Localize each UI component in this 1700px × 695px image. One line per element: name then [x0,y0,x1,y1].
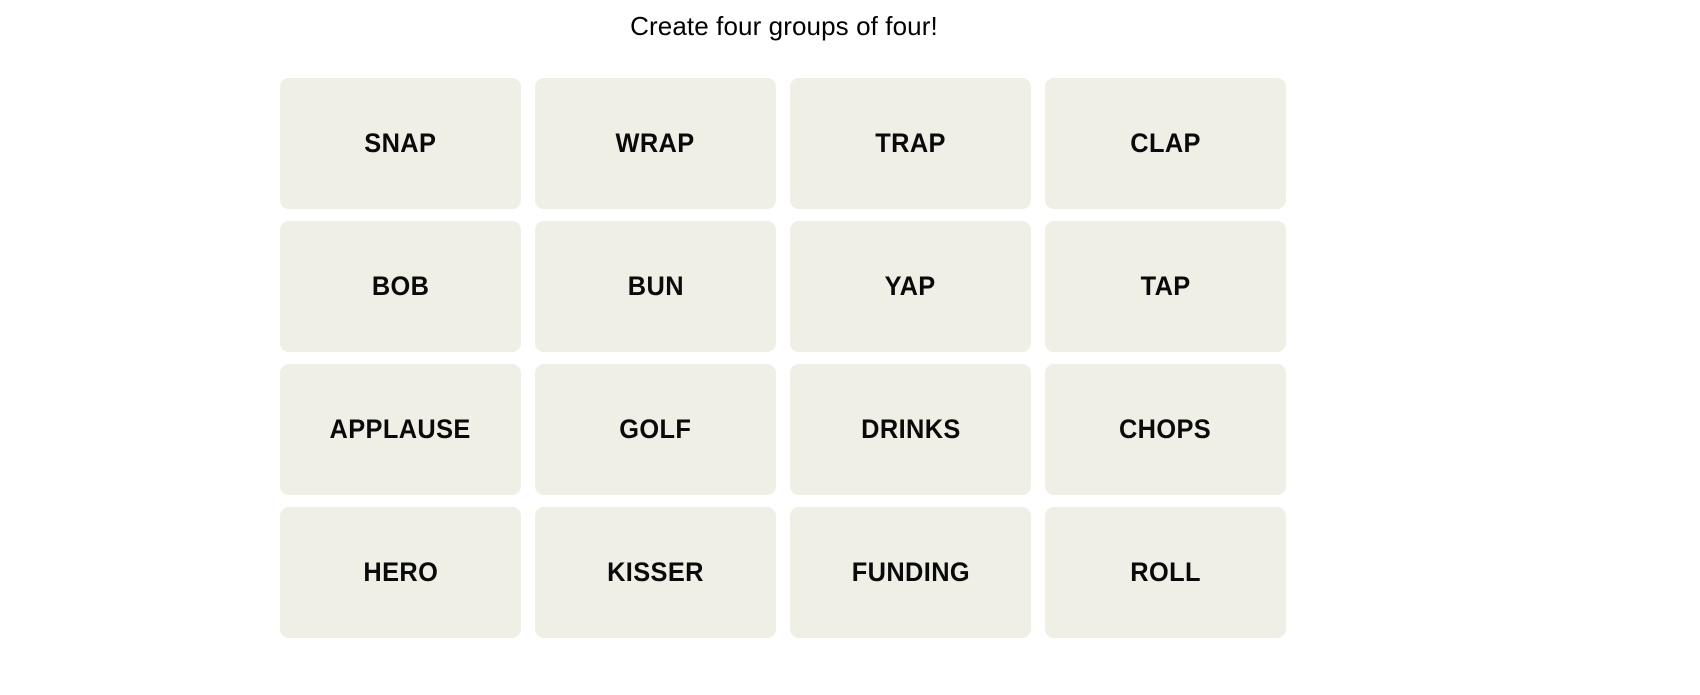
word-tile[interactable]: GOLF [535,364,776,495]
word-tile-label: BUN [627,271,684,301]
word-tile[interactable]: FUNDING [790,507,1031,638]
word-tile[interactable]: ROLL [1045,507,1286,638]
word-tile[interactable]: YAP [790,221,1031,352]
word-tile[interactable]: BOB [280,221,521,352]
word-tile[interactable]: CLAP [1045,78,1286,209]
word-tile-label: DRINKS [860,414,961,444]
word-tile-label: TRAP [875,128,946,158]
page-title: Create four groups of four! [630,11,938,41]
word-tile-label: BOB [371,271,430,301]
word-tile[interactable]: TRAP [790,78,1031,209]
word-tile-label: APPLAUSE [329,414,472,444]
word-tile[interactable]: WRAP [535,78,776,209]
word-tile-label: CLAP [1130,128,1201,158]
word-tile[interactable]: TAP [1045,221,1286,352]
word-tile[interactable]: KISSER [535,507,776,638]
word-tile-label: GOLF [619,414,692,444]
word-tile[interactable]: APPLAUSE [280,364,521,495]
word-tile[interactable]: HERO [280,507,521,638]
word-tile-label: FUNDING [851,557,970,587]
word-tile-label: SNAP [364,128,437,158]
word-tile[interactable]: DRINKS [790,364,1031,495]
word-tile-label: WRAP [615,128,696,158]
word-tile[interactable]: BUN [535,221,776,352]
connections-game-board: Create four groups of four! SNAP WRAP TR… [0,0,1700,695]
word-tile-label: CHOPS [1119,414,1212,444]
word-tile[interactable]: CHOPS [1045,364,1286,495]
word-tile-label: YAP [885,271,936,301]
word-tile-label: TAP [1140,271,1191,301]
word-tile[interactable]: SNAP [280,78,521,209]
word-tile-label: KISSER [607,557,704,587]
word-tile-grid: SNAP WRAP TRAP CLAP BOB BUN YAP TAP APPL… [280,78,1288,638]
word-tile-label: ROLL [1130,557,1201,587]
word-tile-label: HERO [363,557,438,587]
